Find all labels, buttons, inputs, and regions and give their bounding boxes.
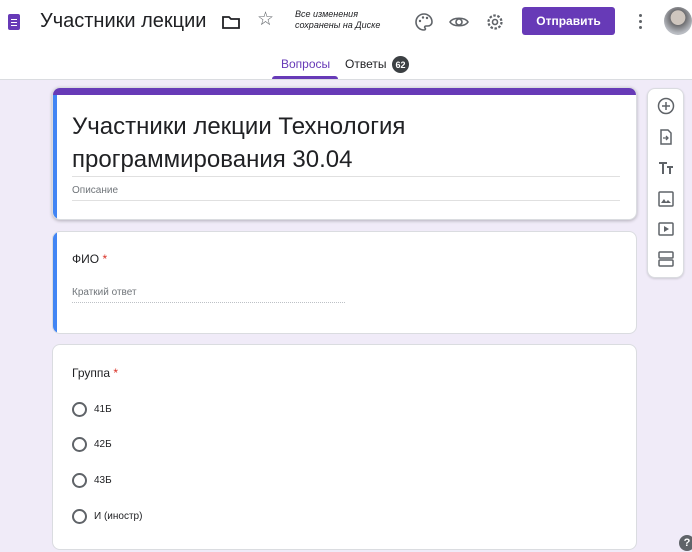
folder-icon[interactable] — [221, 12, 241, 32]
option-label: 43Б — [94, 474, 112, 486]
help-icon[interactable]: ? — [679, 535, 692, 551]
palette-icon[interactable] — [414, 12, 434, 32]
accent-bar — [53, 88, 636, 95]
answers-count-badge: 62 — [392, 56, 409, 73]
radio-button[interactable] — [72, 472, 87, 488]
add-image-icon[interactable] — [657, 190, 675, 208]
answer-underline — [72, 302, 345, 303]
add-question-icon[interactable] — [657, 97, 675, 115]
radio-option[interactable]: И (иностр) — [72, 508, 142, 524]
star-icon[interactable]: ☆ — [257, 10, 277, 30]
question-title: ФИО * — [72, 252, 108, 266]
eye-icon[interactable] — [449, 12, 469, 32]
option-label: И (иностр) — [94, 510, 143, 522]
divider — [72, 176, 620, 177]
radio-button[interactable] — [72, 436, 87, 452]
selected-indicator — [53, 232, 57, 333]
question-title: Группа * — [72, 366, 119, 380]
required-mark: * — [113, 366, 119, 380]
document-title[interactable]: Участники лекции Тех — [40, 10, 212, 33]
form-title-card[interactable]: Участники лекции Технология программиров… — [52, 87, 637, 220]
forms-logo-icon[interactable] — [8, 14, 20, 30]
radio-button[interactable] — [72, 508, 87, 524]
selected-indicator — [53, 95, 57, 219]
add-title-icon[interactable] — [657, 159, 675, 177]
form-title[interactable]: Участники лекции Технология программиров… — [72, 110, 622, 176]
active-tab-indicator — [272, 76, 338, 79]
option-label: 42Б — [94, 438, 112, 450]
send-button[interactable]: Отправить — [522, 7, 615, 35]
divider — [72, 200, 620, 201]
add-section-icon[interactable] — [657, 250, 675, 268]
more-vert-icon[interactable] — [639, 14, 643, 30]
import-questions-icon[interactable] — [657, 128, 675, 146]
avatar[interactable] — [664, 7, 692, 35]
tab-questions[interactable]: Вопросы — [281, 57, 330, 71]
radio-option[interactable]: 43Б — [72, 472, 112, 488]
required-mark: * — [102, 252, 108, 266]
question-card-group[interactable]: Группа * 41Б 42Б 43Б И (иностр) — [52, 344, 637, 550]
add-video-icon[interactable] — [657, 220, 675, 238]
description-field[interactable]: Описание — [72, 185, 118, 196]
floating-toolbar — [647, 88, 684, 278]
radio-option[interactable]: 41Б — [72, 401, 112, 417]
gear-icon[interactable] — [485, 12, 505, 32]
radio-option[interactable]: 42Б — [72, 436, 112, 452]
option-label: 41Б — [94, 403, 112, 415]
short-answer-field[interactable]: Краткий ответ — [72, 287, 137, 298]
saved-status: Все изменения сохранены на Диске — [295, 9, 381, 30]
question-card-fio[interactable]: ФИО * Краткий ответ — [52, 231, 637, 334]
top-bar: Участники лекции Тех ☆ Все изменения сох… — [0, 0, 692, 80]
tab-answers[interactable]: Ответы — [345, 57, 386, 71]
tab-bar: Вопросы Ответы 62 — [0, 50, 692, 80]
radio-button[interactable] — [72, 401, 87, 417]
